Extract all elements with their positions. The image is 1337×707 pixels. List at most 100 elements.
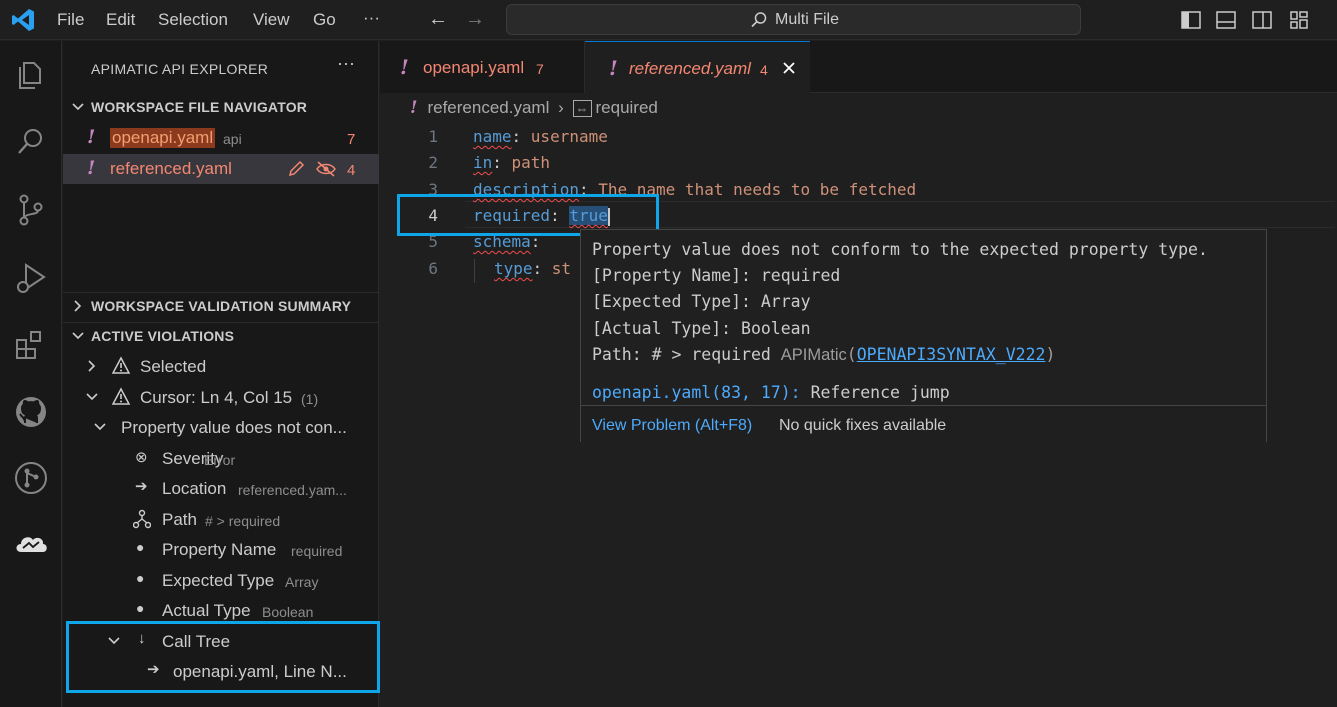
- symbol-enum-icon: ⇔: [572, 100, 592, 117]
- toggle-panel-icon[interactable]: [1216, 10, 1236, 30]
- active-violations-heading: ACTIVE VIOLATIONS: [91, 328, 235, 344]
- chevron-right-icon: [74, 300, 82, 312]
- menu-go[interactable]: Go: [313, 10, 336, 30]
- vscode-logo-icon[interactable]: [10, 7, 36, 33]
- detail-value: required: [291, 543, 343, 559]
- source-control-icon[interactable]: [12, 191, 50, 229]
- file-navigator-section-header[interactable]: WORKSPACE FILE NAVIGATOR: [63, 94, 379, 122]
- warning-exclamation-icon: !: [410, 98, 418, 118]
- hover-status-bar: View Problem (Alt+F8) No quick fixes ava…: [581, 405, 1266, 442]
- detail-value: Array: [285, 574, 319, 590]
- forward-arrow-icon[interactable]: →: [465, 8, 485, 31]
- warning-exclamation-icon: !: [87, 157, 96, 179]
- tree-label: Selected: [140, 357, 207, 376]
- line-number: 2: [428, 153, 438, 172]
- tab-label: openapi.yaml: [423, 58, 525, 77]
- edit-pencil-icon[interactable]: [287, 160, 307, 178]
- tree-count: (1): [301, 391, 319, 407]
- validation-summary-section-header[interactable]: WORKSPACE VALIDATION SUMMARY: [63, 292, 379, 320]
- tree-label: Property value does not con...: [121, 418, 347, 437]
- tree-item-violation[interactable]: Property value does not con...: [63, 412, 379, 442]
- title-bar: File Edit Selection View Go ··· ← → Mult…: [0, 0, 1337, 40]
- tab-referenced-yaml[interactable]: ! referenced.yaml 4: [585, 41, 810, 93]
- warning-icon: [111, 356, 131, 374]
- related-location-link[interactable]: openapi.yaml(83, 17):: [592, 383, 801, 402]
- detail-label: Location: [162, 479, 227, 498]
- chevron-down-icon: [72, 332, 84, 340]
- command-center-search[interactable]: Multi File: [506, 4, 1081, 35]
- line-number: 1: [428, 127, 438, 146]
- warning-exclamation-icon: !: [400, 55, 409, 79]
- warning-exclamation-icon: !: [87, 126, 96, 148]
- git-graph-icon[interactable]: [12, 459, 50, 497]
- code-line[interactable]: name: username: [473, 127, 608, 146]
- file-description: api: [223, 131, 242, 147]
- sidebar-more-actions-button[interactable]: ···: [337, 53, 355, 74]
- hover-property-name: [Property Name]: required: [592, 266, 841, 285]
- file-name: openapi.yaml: [110, 128, 216, 148]
- toggle-secondary-sidebar-icon[interactable]: [1252, 10, 1272, 30]
- menu-more-button[interactable]: ···: [363, 8, 380, 28]
- menu-selection[interactable]: Selection: [158, 10, 228, 30]
- bullet-icon: ●: [136, 539, 145, 555]
- problem-hover-popup: Property value does not conform to the e…: [580, 229, 1267, 442]
- customize-layout-icon[interactable]: [1289, 10, 1309, 30]
- view-problem-link[interactable]: View Problem (Alt+F8): [592, 417, 752, 435]
- extensions-icon[interactable]: [12, 327, 50, 365]
- detail-path[interactable]: Path # > required: [63, 504, 379, 534]
- detail-expected-type[interactable]: ● Expected Type Array: [63, 565, 379, 595]
- search-text: Multi File: [775, 11, 840, 28]
- active-violations-section-header[interactable]: ACTIVE VIOLATIONS: [63, 322, 379, 350]
- detail-location[interactable]: ➔ Location referenced.yam...: [63, 473, 379, 503]
- bullet-icon: ●: [136, 600, 145, 616]
- detail-value: Error: [204, 452, 236, 468]
- chevron-down-icon: [86, 393, 98, 401]
- file-item-openapi[interactable]: ! openapi.yaml api 7: [63, 123, 379, 153]
- close-icon[interactable]: [782, 61, 796, 75]
- explorer-icon[interactable]: [12, 55, 50, 93]
- hover-message: Property value does not conform to the e…: [592, 240, 1208, 259]
- toggle-primary-sidebar-icon[interactable]: [1181, 10, 1201, 30]
- eye-closed-icon[interactable]: [315, 160, 337, 178]
- detail-value: referenced.yam...: [238, 482, 347, 498]
- validation-summary-heading: WORKSPACE VALIDATION SUMMARY: [91, 298, 352, 314]
- tree-label: Cursor: Ln 4, Col 15: [140, 388, 293, 407]
- detail-property-name[interactable]: ● Property Name required: [63, 534, 379, 564]
- type-hierarchy-icon: [133, 509, 151, 529]
- detail-label: Expected Type: [162, 571, 275, 590]
- file-navigator-heading: WORKSPACE FILE NAVIGATOR: [91, 99, 308, 115]
- code-line[interactable]: in: path: [473, 153, 550, 172]
- warning-icon: [111, 387, 131, 405]
- apimatic-cloud-icon[interactable]: [12, 525, 50, 563]
- detail-label: Actual Type: [162, 601, 251, 620]
- arrow-right-icon: ➔: [135, 478, 148, 495]
- detail-label: Property Name: [162, 540, 277, 559]
- chevron-right-icon: [88, 360, 96, 372]
- indent-guide: [474, 259, 475, 283]
- rule-code-link[interactable]: OPENAPI3SYNTAX_V222: [857, 345, 1046, 364]
- menu-view[interactable]: View: [253, 10, 290, 30]
- run-debug-icon[interactable]: [12, 259, 50, 297]
- search-icon: [751, 12, 767, 28]
- warning-exclamation-icon: !: [609, 56, 618, 80]
- file-name: referenced.yaml: [110, 159, 232, 178]
- detail-severity[interactable]: ⊗ Severity Error: [63, 443, 379, 473]
- tab-label: referenced.yaml: [629, 59, 751, 78]
- chevron-down-icon: [94, 423, 106, 431]
- chevron-down-icon: [72, 103, 84, 111]
- search-icon[interactable]: [12, 123, 50, 161]
- file-item-referenced[interactable]: ! referenced.yaml 4: [63, 154, 379, 184]
- breadcrumb-symbol[interactable]: required: [596, 98, 658, 117]
- menu-file[interactable]: File: [57, 10, 84, 30]
- tree-item-selected[interactable]: Selected: [63, 351, 379, 381]
- menu-edit[interactable]: Edit: [106, 10, 135, 30]
- tab-openapi-yaml[interactable]: ! openapi.yaml 7: [380, 41, 585, 93]
- github-icon[interactable]: [12, 393, 50, 431]
- activity-bar: [0, 41, 62, 707]
- apimatic-explorer-sidebar: APIMATIC API EXPLORER ··· WORKSPACE FILE…: [63, 41, 380, 707]
- tree-item-cursor[interactable]: Cursor: Ln 4, Col 15 (1): [63, 382, 379, 412]
- back-arrow-icon[interactable]: ←: [428, 8, 448, 31]
- breadcrumb-file[interactable]: referenced.yaml: [427, 98, 549, 117]
- code-line[interactable]: type: st: [494, 259, 571, 278]
- bullet-icon: ●: [136, 570, 145, 586]
